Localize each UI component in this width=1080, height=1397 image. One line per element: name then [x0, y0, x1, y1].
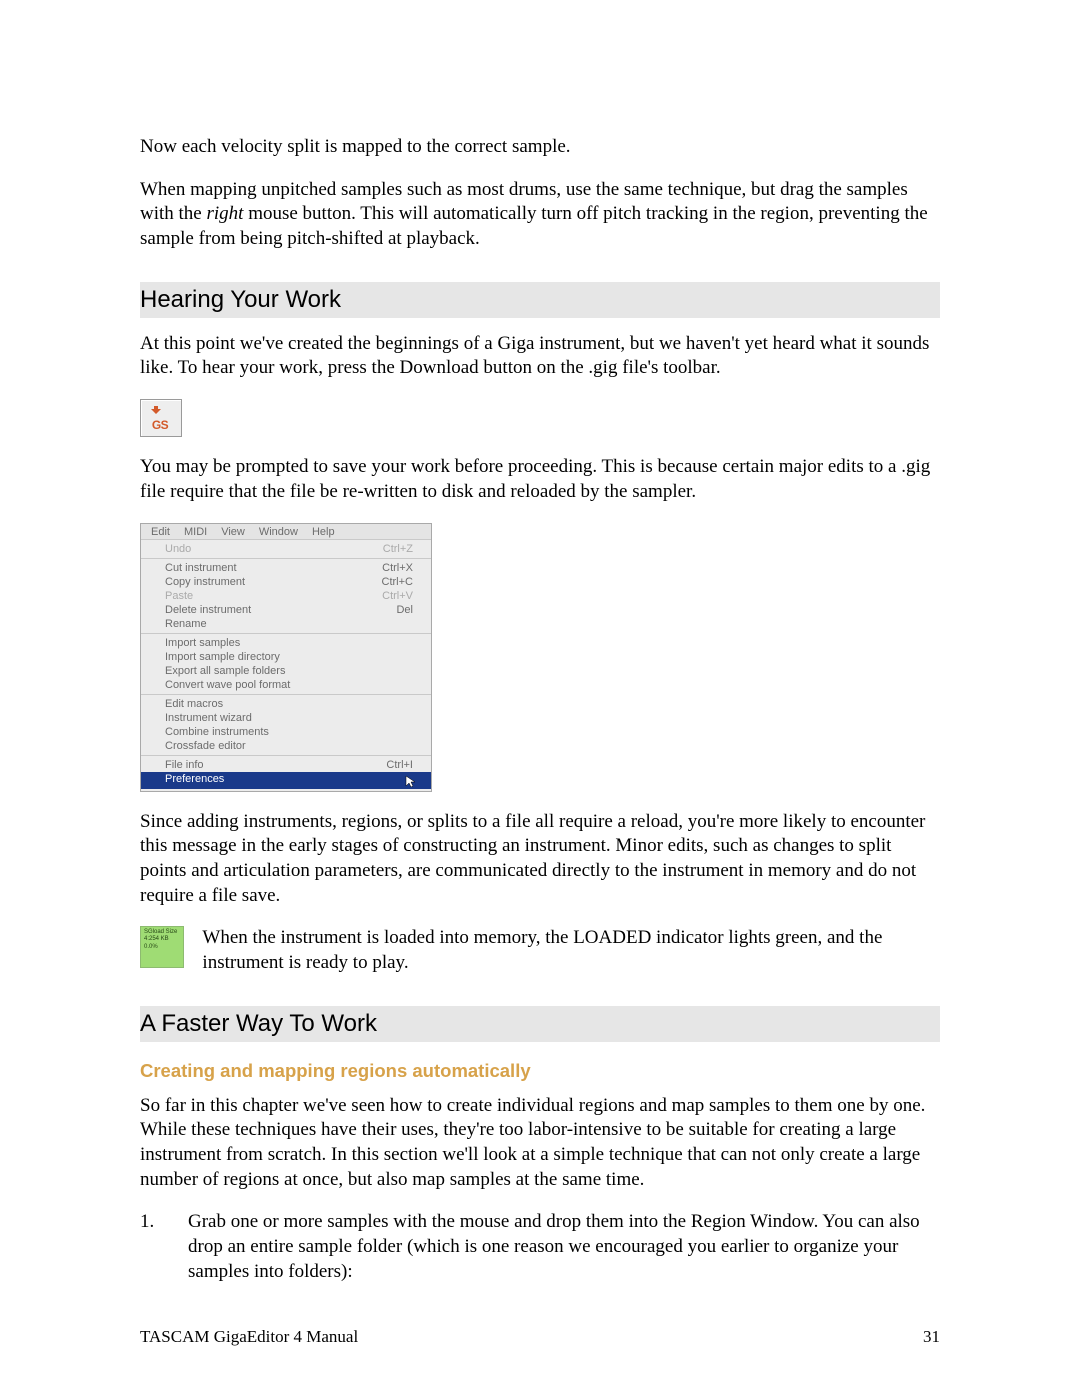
menu-group: Cut instrument Ctrl+X Copy instrument Ct…	[141, 559, 431, 634]
loaded-indicator-line: 0.0%	[144, 944, 180, 951]
menu-item-crossfade-editor: Crossfade editor	[141, 739, 431, 753]
gs-icon-label: GS	[141, 418, 179, 432]
paragraph: When the instrument is loaded into memor…	[202, 926, 940, 975]
cursor-icon	[405, 775, 417, 790]
page: Now each velocity split is mapped to the…	[0, 0, 1080, 1397]
paragraph: At this point we've created the beginnin…	[140, 332, 940, 381]
menu-item-combine-instruments: Combine instruments	[141, 725, 431, 739]
menu-item-convert-wave-pool-format: Convert wave pool format	[141, 678, 431, 692]
menu-item-label: Copy instrument	[165, 576, 245, 588]
menu-item-copy-instrument: Copy instrument Ctrl+C	[141, 575, 431, 589]
text-run: mouse button. This will automatically tu…	[140, 203, 928, 249]
menu-item-shortcut: Ctrl+Z	[383, 543, 413, 555]
footer-title: TASCAM GigaEditor 4 Manual	[140, 1327, 358, 1347]
menu-item-delete-instrument: Delete instrument Del	[141, 603, 431, 617]
paragraph: You may be prompted to save your work be…	[140, 455, 940, 504]
menu-item-cut-instrument: Cut instrument Ctrl+X	[141, 561, 431, 575]
menu-item-label: Combine instruments	[165, 726, 269, 738]
step-item: Grab one or more samples with the mouse …	[140, 1210, 940, 1284]
text-italic: right	[207, 203, 244, 224]
heading-creating-and-mapping-regions: Creating and mapping regions automatical…	[140, 1060, 940, 1082]
menu-group: Edit macros Instrument wizard Combine in…	[141, 695, 431, 756]
menu-item-file-info: File info Ctrl+I	[141, 758, 431, 772]
edit-menu-screenshot: Edit MIDI View Window Help Undo Ctrl+Z C…	[140, 523, 432, 792]
menu-item-label: Undo	[165, 543, 191, 555]
menu-midi: MIDI	[184, 526, 207, 538]
menu-item-label: Crossfade editor	[165, 740, 246, 752]
menu-item-label: Instrument wizard	[165, 712, 252, 724]
heading-hearing-your-work: Hearing Your Work	[140, 282, 940, 318]
loaded-indicator-line: SGload Size	[144, 929, 180, 936]
loaded-indicator-row: SGload Size 4:254 KB 0.0% When the instr…	[140, 926, 940, 975]
menu-item-label: Paste	[165, 590, 193, 602]
download-arrow-icon	[151, 406, 161, 414]
menu-item-undo: Undo Ctrl+Z	[141, 542, 431, 556]
menu-item-import-samples: Import samples	[141, 636, 431, 650]
paragraph: So far in this chapter we've seen how to…	[140, 1094, 940, 1193]
menu-window: Window	[259, 526, 298, 538]
menu-item-label: Edit macros	[165, 698, 223, 710]
paragraph: Since adding instruments, regions, or sp…	[140, 810, 940, 909]
numbered-steps: Grab one or more samples with the mouse …	[140, 1210, 940, 1284]
menu-item-shortcut: Del	[396, 604, 413, 616]
paragraph: Now each velocity split is mapped to the…	[140, 135, 940, 160]
menu-item-paste: Paste Ctrl+V	[141, 589, 431, 603]
menu-item-label: Preferences	[165, 773, 224, 788]
menu-group: File info Ctrl+I Preferences	[141, 756, 431, 791]
footer-page-number: 31	[923, 1327, 940, 1347]
menu-group: Undo Ctrl+Z	[141, 540, 431, 559]
heading-a-faster-way-to-work: A Faster Way To Work	[140, 1006, 940, 1042]
menu-item-label: File info	[165, 759, 204, 771]
menu-item-shortcut: Ctrl+V	[382, 590, 413, 602]
paragraph: When mapping unpitched samples such as m…	[140, 178, 940, 252]
menu-item-label: Import sample directory	[165, 651, 280, 663]
page-footer: TASCAM GigaEditor 4 Manual 31	[140, 1327, 940, 1347]
menu-view: View	[221, 526, 245, 538]
menu-item-instrument-wizard: Instrument wizard	[141, 711, 431, 725]
download-gs-icon: GS	[140, 399, 182, 437]
menu-item-label: Export all sample folders	[165, 665, 285, 677]
menu-item-shortcut: Ctrl+C	[382, 576, 413, 588]
menu-item-import-sample-directory: Import sample directory	[141, 650, 431, 664]
menu-item-shortcut: Ctrl+I	[386, 759, 413, 771]
menu-item-label: Cut instrument	[165, 562, 237, 574]
menu-group: Import samples Import sample directory E…	[141, 634, 431, 695]
menu-item-rename: Rename	[141, 617, 431, 631]
menu-item-export-all-sample-folders: Export all sample folders	[141, 664, 431, 678]
menu-item-shortcut: Ctrl+X	[382, 562, 413, 574]
menu-edit: Edit	[151, 526, 170, 538]
loaded-indicator-icon: SGload Size 4:254 KB 0.0%	[140, 926, 184, 968]
menu-item-label: Rename	[165, 618, 207, 630]
menu-help: Help	[312, 526, 335, 538]
menu-item-label: Import samples	[165, 637, 240, 649]
menu-item-preferences: Preferences	[141, 772, 431, 789]
menu-item-label: Convert wave pool format	[165, 679, 290, 691]
menu-item-label: Delete instrument	[165, 604, 251, 616]
menu-item-edit-macros: Edit macros	[141, 697, 431, 711]
loaded-indicator-line: 4:254 KB	[144, 936, 180, 943]
menu-bar: Edit MIDI View Window Help	[141, 524, 431, 540]
